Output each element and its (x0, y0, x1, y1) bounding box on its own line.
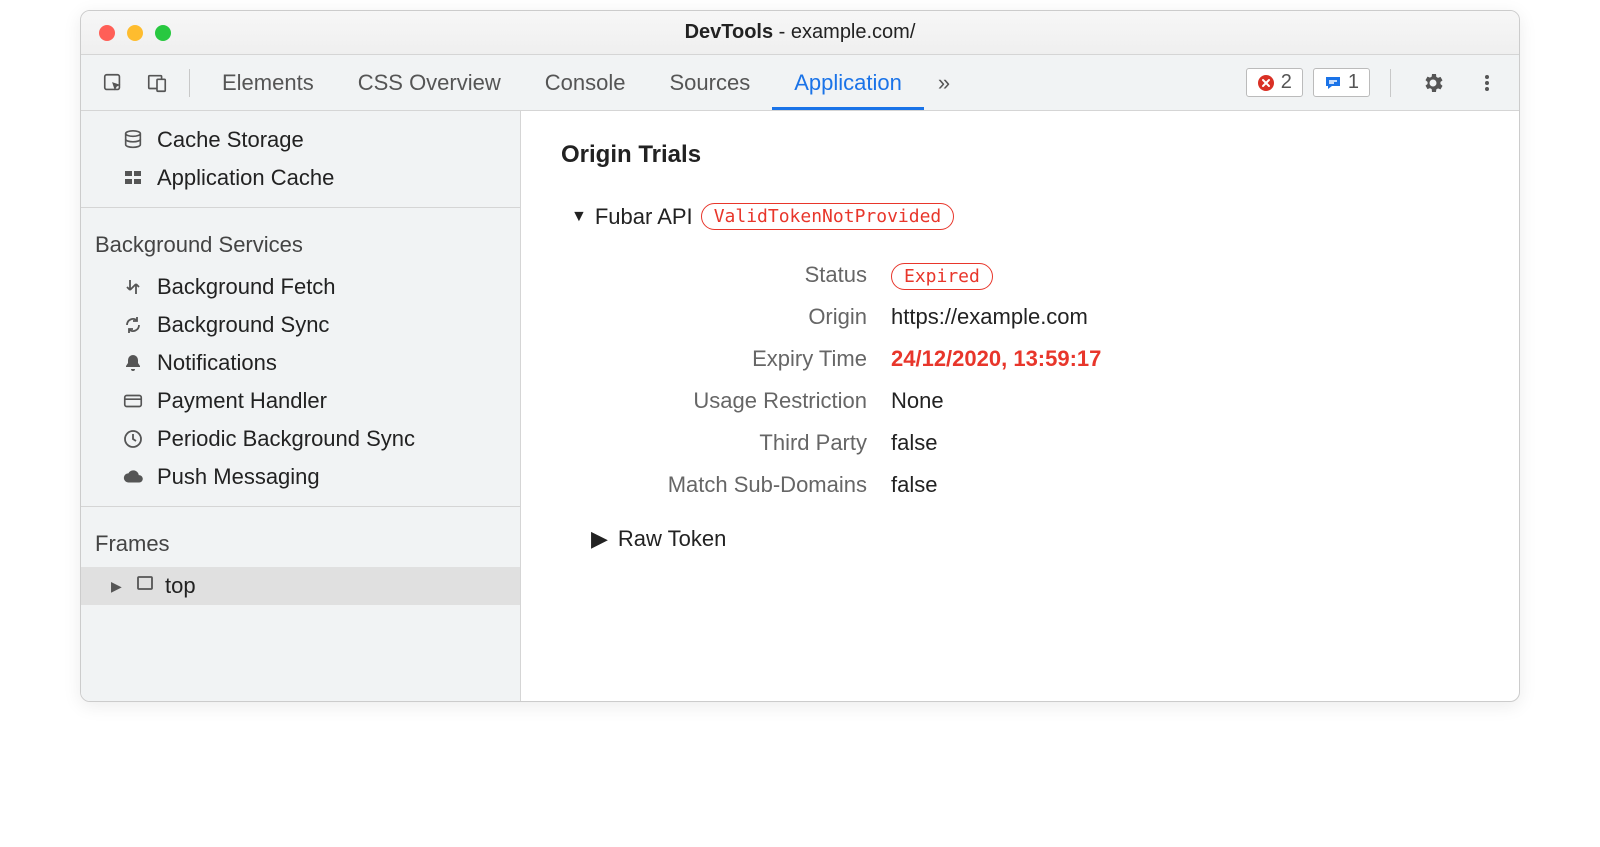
devtools-window: DevTools - example.com/ Elements CSS Ove… (80, 10, 1520, 702)
raw-token-label: Raw Token (618, 526, 726, 552)
page-title: Origin Trials (561, 141, 1479, 169)
sidebar-item-bg-fetch[interactable]: Background Fetch (81, 268, 520, 306)
minimize-window-button[interactable] (127, 25, 143, 41)
sidebar: Cache Storage Application Cache Backgrou… (81, 111, 521, 701)
tab-sources[interactable]: Sources (647, 55, 772, 110)
sidebar-item-bg-sync[interactable]: Background Sync (81, 306, 520, 344)
sidebar-item-label: Push Messaging (157, 464, 320, 490)
value: false (891, 430, 937, 456)
trial-details: Status Expired Origin https://example.co… (601, 254, 1479, 506)
sidebar-item-cache-storage[interactable]: Cache Storage (81, 121, 520, 159)
error-icon (1257, 74, 1275, 92)
toolbar: Elements CSS Overview Console Sources Ap… (81, 55, 1519, 111)
row-third-party: Third Party false (601, 422, 1479, 464)
sidebar-item-label: Background Sync (157, 312, 329, 338)
sidebar-group-frames: Frames ▶ top (81, 507, 520, 701)
bell-icon (121, 351, 145, 375)
row-origin: Origin https://example.com (601, 296, 1479, 338)
more-tabs-button[interactable]: » (924, 55, 964, 110)
close-window-button[interactable] (99, 25, 115, 41)
key-label: Third Party (601, 430, 891, 456)
settings-icon[interactable] (1415, 65, 1451, 101)
sidebar-item-label: Application Cache (157, 165, 334, 191)
sidebar-item-periodic-sync[interactable]: Periodic Background Sync (81, 420, 520, 458)
status-badge: Expired (891, 263, 993, 290)
raw-token-toggle[interactable]: ▶ Raw Token (591, 526, 1479, 552)
value: https://example.com (891, 304, 1088, 330)
maximize-window-button[interactable] (155, 25, 171, 41)
bg-sync-icon (121, 313, 145, 337)
key-label: Match Sub-Domains (601, 472, 891, 498)
value: false (891, 472, 937, 498)
sidebar-item-label: top (165, 573, 196, 599)
sidebar-heading-bg: Background Services (81, 218, 520, 268)
more-options-icon[interactable] (1469, 65, 1505, 101)
sidebar-item-frame-top[interactable]: ▶ top (81, 567, 520, 605)
errors-count: 2 (1281, 71, 1292, 94)
row-status: Status Expired (601, 254, 1479, 296)
frame-icon (135, 573, 155, 599)
sidebar-item-application-cache[interactable]: Application Cache (81, 159, 520, 197)
value: 24/12/2020, 13:59:17 (891, 346, 1101, 372)
sidebar-item-label: Periodic Background Sync (157, 426, 415, 452)
tab-elements[interactable]: Elements (200, 55, 336, 110)
sidebar-item-label: Payment Handler (157, 388, 327, 414)
value: None (891, 388, 944, 414)
trial-error-badge: ValidTokenNotProvided (701, 203, 955, 230)
main-content: Origin Trials ▼ Fubar API ValidTokenNotP… (521, 111, 1519, 701)
row-usage: Usage Restriction None (601, 380, 1479, 422)
key-label: Expiry Time (601, 346, 891, 372)
sidebar-item-payment[interactable]: Payment Handler (81, 382, 520, 420)
row-subdomains: Match Sub-Domains false (601, 464, 1479, 506)
cache-storage-icon (121, 128, 145, 152)
row-expiry: Expiry Time 24/12/2020, 13:59:17 (601, 338, 1479, 380)
traffic-lights (81, 25, 171, 41)
inspect-element-icon[interactable] (95, 65, 131, 101)
app-cache-icon (121, 166, 145, 190)
sidebar-heading-frames: Frames (81, 517, 520, 567)
separator (1390, 69, 1391, 97)
clock-icon (121, 427, 145, 451)
window-titlebar: DevTools - example.com/ (81, 11, 1519, 55)
tab-console[interactable]: Console (523, 55, 648, 110)
body: Cache Storage Application Cache Backgrou… (81, 111, 1519, 701)
sidebar-item-label: Background Fetch (157, 274, 336, 300)
window-title: DevTools - example.com/ (81, 21, 1519, 44)
trial-header[interactable]: ▼ Fubar API ValidTokenNotProvided (571, 203, 1479, 230)
messages-badge[interactable]: 1 (1313, 68, 1370, 97)
sidebar-item-label: Cache Storage (157, 127, 304, 153)
credit-card-icon (121, 389, 145, 413)
device-toolbar-icon[interactable] (139, 65, 175, 101)
sidebar-item-push[interactable]: Push Messaging (81, 458, 520, 496)
key-label: Status (601, 262, 891, 288)
key-label: Usage Restriction (601, 388, 891, 414)
value: Expired (891, 262, 993, 288)
sidebar-group-bg-services: Background Services Background Fetch Bac… (81, 208, 520, 507)
tab-application[interactable]: Application (772, 55, 924, 110)
cloud-icon (121, 465, 145, 489)
trial-name: Fubar API (595, 204, 693, 230)
tab-css-overview[interactable]: CSS Overview (336, 55, 523, 110)
sidebar-item-label: Notifications (157, 350, 277, 376)
expand-triangle-icon: ▶ (111, 578, 125, 595)
sidebar-group-cache: Cache Storage Application Cache (81, 111, 520, 208)
errors-badge[interactable]: 2 (1246, 68, 1303, 97)
message-icon (1324, 74, 1342, 92)
expand-triangle-icon: ▶ (591, 526, 608, 552)
bg-fetch-icon (121, 275, 145, 299)
messages-count: 1 (1348, 71, 1359, 94)
sidebar-item-notifications[interactable]: Notifications (81, 344, 520, 382)
separator (189, 69, 190, 97)
collapse-triangle-icon: ▼ (571, 208, 587, 226)
key-label: Origin (601, 304, 891, 330)
